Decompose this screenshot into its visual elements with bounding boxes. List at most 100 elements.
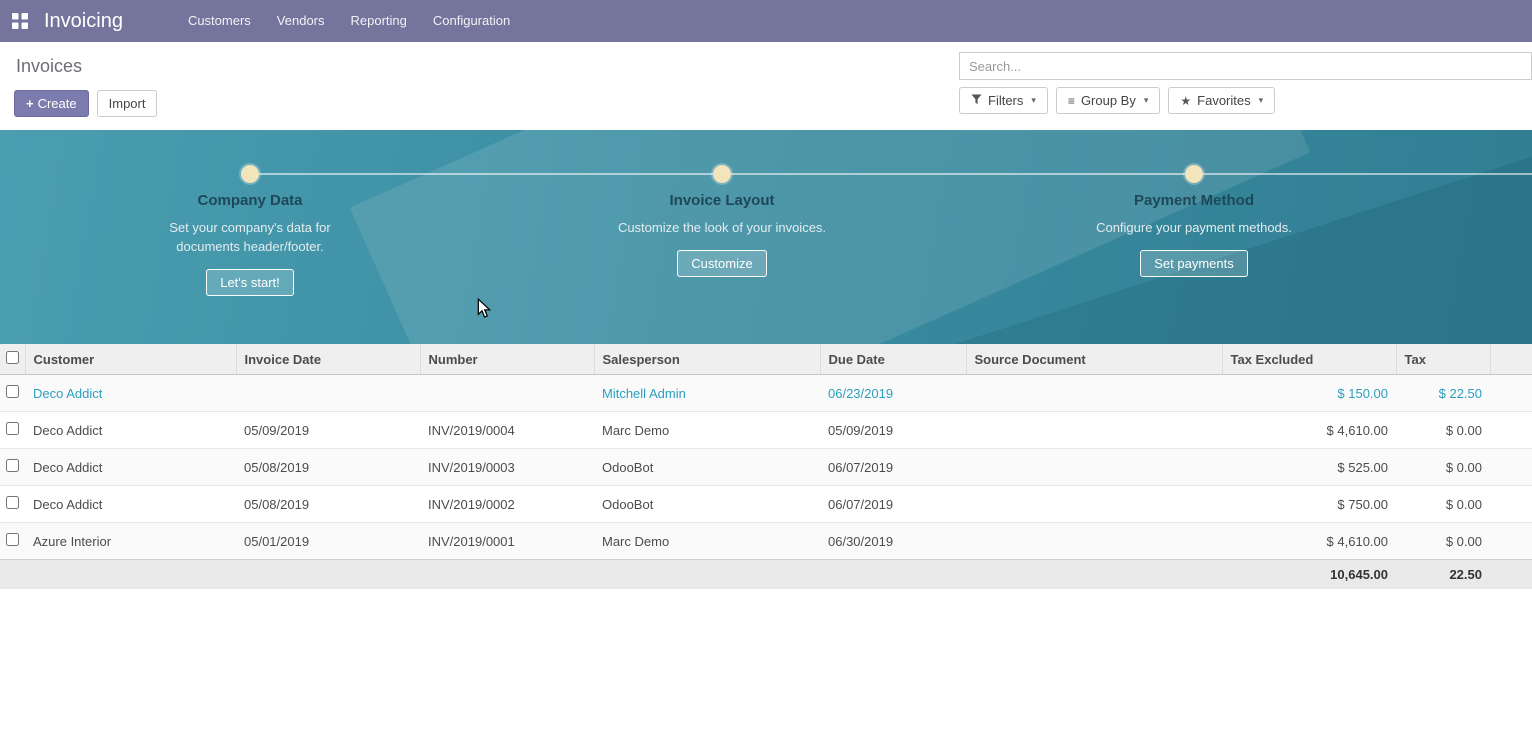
cell-invoice-date: 05/09/2019 — [236, 412, 420, 449]
step-title: Payment Method — [1074, 192, 1314, 209]
cell-salesperson: OdooBot — [594, 486, 820, 523]
cell-due-date: 06/23/2019 — [820, 375, 966, 412]
cell-source-document — [966, 523, 1222, 560]
filters-button-label: Filters — [988, 93, 1023, 108]
menu-vendors[interactable]: Vendors — [264, 0, 338, 42]
cell-spacer — [1490, 412, 1532, 449]
cell-tax: $ 0.00 — [1396, 449, 1490, 486]
caret-down-icon: ▾ — [1031, 95, 1036, 106]
cell-invoice-date: 05/08/2019 — [236, 449, 420, 486]
column-header-source-document[interactable]: Source Document — [966, 344, 1222, 375]
row-select-cell — [0, 523, 25, 560]
row-checkbox[interactable] — [6, 533, 19, 546]
favorites-button-label: Favorites — [1197, 93, 1250, 108]
filters-button[interactable]: Filters ▾ — [959, 87, 1048, 114]
menu-reporting[interactable]: Reporting — [338, 0, 420, 42]
set-payments-button[interactable]: Set payments — [1140, 250, 1248, 277]
invoice-row[interactable]: Deco Addict 05/08/2019 INV/2019/0003 Odo… — [0, 449, 1532, 486]
invoice-row[interactable]: Deco Addict 05/08/2019 INV/2019/0002 Odo… — [0, 486, 1532, 523]
step-dot-payment-method — [1185, 165, 1203, 183]
row-checkbox[interactable] — [6, 422, 19, 435]
column-header-invoice-date[interactable]: Invoice Date — [236, 344, 420, 375]
step-title: Company Data — [130, 192, 370, 209]
group-by-button[interactable]: ≡ Group By ▾ — [1056, 87, 1160, 114]
cell-source-document — [966, 486, 1222, 523]
apps-grid-icon[interactable] — [12, 13, 28, 29]
cell-salesperson: Marc Demo — [594, 523, 820, 560]
cell-tax-excluded: $ 525.00 — [1222, 449, 1396, 486]
step-dot-invoice-layout — [713, 165, 731, 183]
step-description: Configure your payment methods. — [1089, 218, 1299, 237]
customize-button[interactable]: Customize — [677, 250, 766, 277]
column-header-tax-excluded[interactable]: Tax Excluded — [1222, 344, 1396, 375]
create-button[interactable]: +Create — [14, 90, 89, 117]
menu-configuration[interactable]: Configuration — [420, 0, 523, 42]
cell-customer: Deco Addict — [25, 449, 236, 486]
create-button-label: Create — [38, 96, 77, 111]
onboarding-banner: Company Data Set your company's data for… — [0, 130, 1532, 344]
group-by-button-label: Group By — [1081, 93, 1136, 108]
step-title: Invoice Layout — [602, 192, 842, 209]
column-header-due-date[interactable]: Due Date — [820, 344, 966, 375]
select-all-checkbox[interactable] — [6, 351, 19, 364]
app-name[interactable]: Invoicing — [44, 10, 123, 33]
cell-number — [420, 375, 594, 412]
row-select-cell — [0, 486, 25, 523]
search-input[interactable] — [959, 52, 1532, 80]
column-header-number[interactable]: Number — [420, 344, 594, 375]
totals-spacer — [25, 560, 236, 590]
column-header-tax[interactable]: Tax — [1396, 344, 1490, 375]
cell-number: INV/2019/0003 — [420, 449, 594, 486]
cell-source-document — [966, 375, 1222, 412]
cell-tax-excluded: $ 4,610.00 — [1222, 523, 1396, 560]
star-icon: ★ — [1180, 94, 1191, 108]
invoice-row[interactable]: Deco Addict 05/09/2019 INV/2019/0004 Mar… — [0, 412, 1532, 449]
cell-tax-excluded: $ 750.00 — [1222, 486, 1396, 523]
step-dot-company-data — [241, 165, 259, 183]
menu-customers[interactable]: Customers — [175, 0, 264, 42]
cell-tax-excluded: $ 4,610.00 — [1222, 412, 1396, 449]
select-all-cell — [0, 344, 25, 375]
cell-salesperson: Marc Demo — [594, 412, 820, 449]
onboarding-step-invoice-layout: Invoice Layout Customize the look of you… — [602, 192, 842, 277]
control-panel-left: Invoices +Create Import — [14, 52, 157, 117]
column-header-customer[interactable]: Customer — [25, 344, 236, 375]
cell-spacer — [1490, 486, 1532, 523]
cell-spacer — [1490, 523, 1532, 560]
page-title: Invoices — [16, 56, 157, 77]
totals-spacer — [236, 560, 420, 590]
main-menu: Customers Vendors Reporting Configuratio… — [175, 0, 523, 42]
cell-due-date: 06/07/2019 — [820, 449, 966, 486]
onboarding-step-company-data: Company Data Set your company's data for… — [130, 192, 370, 296]
row-checkbox[interactable] — [6, 459, 19, 472]
cell-tax: $ 0.00 — [1396, 523, 1490, 560]
favorites-button[interactable]: ★ Favorites ▾ — [1168, 87, 1275, 114]
totals-spacer — [420, 560, 594, 590]
cell-number: INV/2019/0001 — [420, 523, 594, 560]
cell-spacer — [1490, 375, 1532, 412]
invoice-row[interactable]: Deco Addict Mitchell Admin 06/23/2019 $ … — [0, 375, 1532, 412]
onboarding-timeline — [250, 173, 1532, 175]
invoice-row[interactable]: Azure Interior 05/01/2019 INV/2019/0001 … — [0, 523, 1532, 560]
lets-start-button[interactable]: Let's start! — [206, 269, 294, 296]
totals-spacer — [820, 560, 966, 590]
totals-spacer — [966, 560, 1222, 590]
cell-invoice-date: 05/01/2019 — [236, 523, 420, 560]
group-by-icon: ≡ — [1068, 94, 1075, 108]
top-navbar: Invoicing Customers Vendors Reporting Co… — [0, 0, 1532, 42]
totals-spacer — [0, 560, 25, 590]
control-panel-right: Filters ▾ ≡ Group By ▾ ★ Favorites ▾ — [959, 52, 1532, 114]
cell-number: INV/2019/0002 — [420, 486, 594, 523]
caret-down-icon: ▾ — [1259, 95, 1264, 106]
cell-customer: Azure Interior — [25, 523, 236, 560]
import-button[interactable]: Import — [97, 90, 158, 117]
row-checkbox[interactable] — [6, 385, 19, 398]
onboarding-step-payment-method: Payment Method Configure your payment me… — [1074, 192, 1314, 277]
invoice-list-table: Customer Invoice Date Number Salesperson… — [0, 344, 1532, 589]
cell-tax-excluded: $ 150.00 — [1222, 375, 1396, 412]
totals-spacer — [1490, 560, 1532, 590]
column-header-salesperson[interactable]: Salesperson — [594, 344, 820, 375]
cell-invoice-date: 05/08/2019 — [236, 486, 420, 523]
cell-source-document — [966, 412, 1222, 449]
row-checkbox[interactable] — [6, 496, 19, 509]
